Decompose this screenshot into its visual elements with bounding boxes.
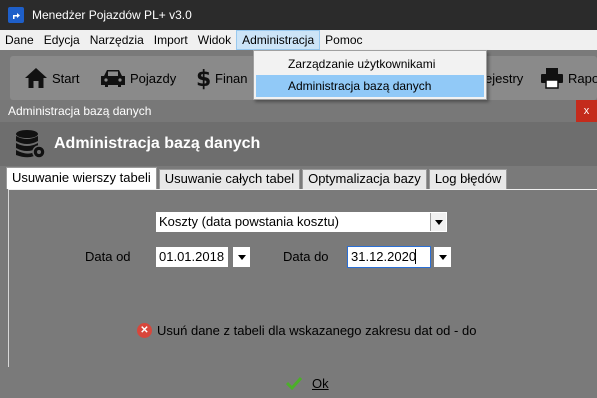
- chevron-down-icon: [438, 254, 447, 260]
- finance-button[interactable]: $ Finan: [195, 56, 248, 100]
- date-from-picker-button[interactable]: [232, 246, 251, 268]
- dialog-header: Administracja bazą danych: [0, 122, 597, 166]
- menu-narzedzia[interactable]: Narzędzia: [85, 30, 149, 50]
- date-from-field[interactable]: 01.01.2018: [155, 246, 229, 268]
- registers-button[interactable]: ejestry: [485, 56, 523, 100]
- vehicles-label: Pojazdy: [130, 70, 177, 86]
- error-icon: ✕: [137, 323, 152, 338]
- reports-label: Rapo: [568, 70, 597, 86]
- tab-usuwanie-tabel[interactable]: Usuwanie całych tabel: [158, 169, 301, 189]
- ok-label: Ok: [312, 375, 329, 391]
- dialog-title-bar: Administracja bazą danych x: [0, 100, 597, 122]
- date-to-picker-button[interactable]: [433, 246, 452, 268]
- start-label: Start: [52, 70, 80, 86]
- ok-button[interactable]: Ok: [286, 373, 329, 393]
- menu-pomoc[interactable]: Pomoc: [320, 30, 367, 50]
- delete-info-text: Usuń dane z tabeli dla wskazanego zakres…: [157, 323, 477, 338]
- finance-label: Finan: [215, 70, 248, 86]
- svg-text:$: $: [196, 67, 211, 90]
- home-icon: [25, 68, 47, 88]
- date-to-field[interactable]: 31.12.2020: [347, 246, 431, 268]
- menu-import[interactable]: Import: [149, 30, 193, 50]
- date-from-label: Data od: [85, 249, 131, 264]
- tab-usuwanie-wierszy[interactable]: Usuwanie wierszy tabeli: [6, 167, 157, 189]
- window-title: Menedżer Pojazdów PL+ v3.0: [32, 8, 192, 22]
- dollar-icon: $: [196, 67, 211, 90]
- dialog-header-title: Administracja bazą danych: [54, 135, 261, 152]
- table-select[interactable]: Koszty (data powstania kosztu): [155, 211, 448, 233]
- date-from-value: 01.01.2018: [159, 249, 225, 264]
- menu-item-administracja-baza[interactable]: Administracja bazą danych: [256, 75, 484, 97]
- database-settings-icon: [16, 130, 46, 159]
- reports-button[interactable]: Rapo: [540, 56, 597, 100]
- vehicles-button[interactable]: Pojazdy: [100, 56, 176, 100]
- text-caret: [415, 249, 416, 264]
- close-button[interactable]: x: [576, 100, 597, 122]
- menu-administracja[interactable]: Administracja: [236, 30, 321, 50]
- administracja-dropdown: Zarządzanie użytkownikami Administracja …: [253, 50, 487, 100]
- tab-strip: Usuwanie wierszy tabeli Usuwanie całych …: [6, 167, 509, 189]
- menu-item-zarzadzanie-uzytkownikami[interactable]: Zarządzanie użytkownikami: [256, 53, 484, 75]
- date-to-label: Data do: [283, 249, 329, 264]
- delete-info: ✕ Usuń dane z tabeli dla wskazanego zakr…: [137, 323, 476, 338]
- app-icon: [8, 7, 24, 23]
- dialog-title: Administracja bazą danych: [8, 104, 152, 118]
- tab-optymalizacja[interactable]: Optymalizacja bazy: [302, 169, 427, 189]
- checkmark-icon: [286, 376, 302, 390]
- title-bar: Menedżer Pojazdów PL+ v3.0: [0, 0, 597, 30]
- menu-dane[interactable]: Dane: [0, 30, 39, 50]
- menu-edycja[interactable]: Edycja: [39, 30, 85, 50]
- close-icon: x: [583, 105, 590, 117]
- registers-label: ejestry: [485, 70, 524, 86]
- table-select-value: Koszty (data powstania kosztu): [159, 214, 339, 229]
- menu-bar: Dane Edycja Narzędzia Import Widok Admin…: [0, 30, 597, 50]
- car-icon: [101, 70, 125, 87]
- printer-icon: [541, 68, 563, 89]
- chevron-down-icon[interactable]: [430, 213, 446, 231]
- tab-log-bledow[interactable]: Log błędów: [428, 169, 508, 189]
- chevron-down-icon: [237, 254, 246, 260]
- start-button[interactable]: Start: [24, 56, 79, 100]
- menu-widok[interactable]: Widok: [193, 30, 236, 50]
- date-to-value: 31.12.2020: [351, 249, 417, 264]
